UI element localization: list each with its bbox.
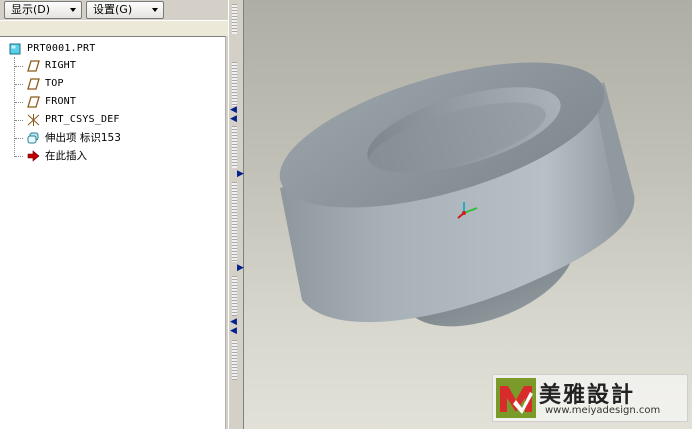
panel-splitter[interactable]: ◀ ◀ ▶ ▶ ◀ ◀ (228, 0, 244, 429)
expand-right-icon[interactable]: ▶ (237, 264, 244, 273)
graphics-viewport[interactable] (244, 0, 692, 429)
splitter-grip[interactable] (232, 340, 237, 380)
collapse-left-icon[interactable]: ◀ (230, 327, 237, 336)
part-icon (9, 43, 21, 55)
splitter-grip[interactable] (232, 276, 237, 316)
tree-connector (15, 120, 23, 121)
3d-model-view (279, 62, 635, 327)
datum-plane-icon (27, 78, 40, 90)
splitter-grip[interactable] (232, 62, 237, 106)
tree-connector (15, 156, 23, 157)
tree-connector (15, 138, 23, 139)
tree-item-label: 伸出项 标识153 (45, 132, 121, 144)
splitter-grip[interactable] (232, 4, 237, 34)
chevron-down-icon (70, 8, 76, 12)
splitter-grip[interactable] (232, 182, 237, 262)
model-tree-panel: 显示(D) 设置(G) PRT0001.PRT RIGHT TOP FRONT … (0, 0, 228, 429)
splitter-grip[interactable] (232, 126, 237, 168)
collapse-left-icon[interactable]: ◀ (230, 115, 237, 124)
tree-item-label: TOP (45, 78, 64, 89)
tree-connector-line (14, 57, 15, 157)
model-tree-toolbar: 显示(D) 设置(G) (0, 0, 228, 20)
meiya-logo-icon (496, 378, 536, 418)
display-menu-label: 显示(D) (11, 3, 51, 16)
watermark: 美雅設計 www.meiyadesign.com (492, 374, 688, 422)
tree-connector (15, 84, 23, 85)
tree-item-label: FRONT (45, 96, 77, 107)
chevron-down-icon (152, 8, 158, 12)
tree-header-band (0, 20, 228, 36)
tree-item-label: PRT0001.PRT (27, 43, 96, 54)
tree-connector (15, 102, 23, 103)
datum-plane-icon (27, 60, 40, 72)
tree-item-label: 在此插入 (45, 150, 87, 162)
watermark-url: www.meiyadesign.com (545, 405, 661, 416)
insert-here-arrow-icon (27, 150, 40, 162)
datum-plane-icon (27, 96, 40, 108)
tree-item-label: PRT_CSYS_DEF (45, 114, 120, 125)
tree-connector (15, 66, 23, 67)
model-tree: PRT0001.PRT RIGHT TOP FRONT PRT_CSYS_DEF… (0, 36, 226, 429)
settings-menu-button[interactable]: 设置(G) (86, 1, 164, 19)
tree-item-label: RIGHT (45, 60, 77, 71)
expand-right-icon[interactable]: ▶ (237, 170, 244, 179)
extrude-feature-icon (27, 132, 39, 144)
display-menu-button[interactable]: 显示(D) (4, 1, 82, 19)
coordinate-system-icon (27, 114, 40, 126)
settings-menu-label: 设置(G) (93, 3, 133, 16)
